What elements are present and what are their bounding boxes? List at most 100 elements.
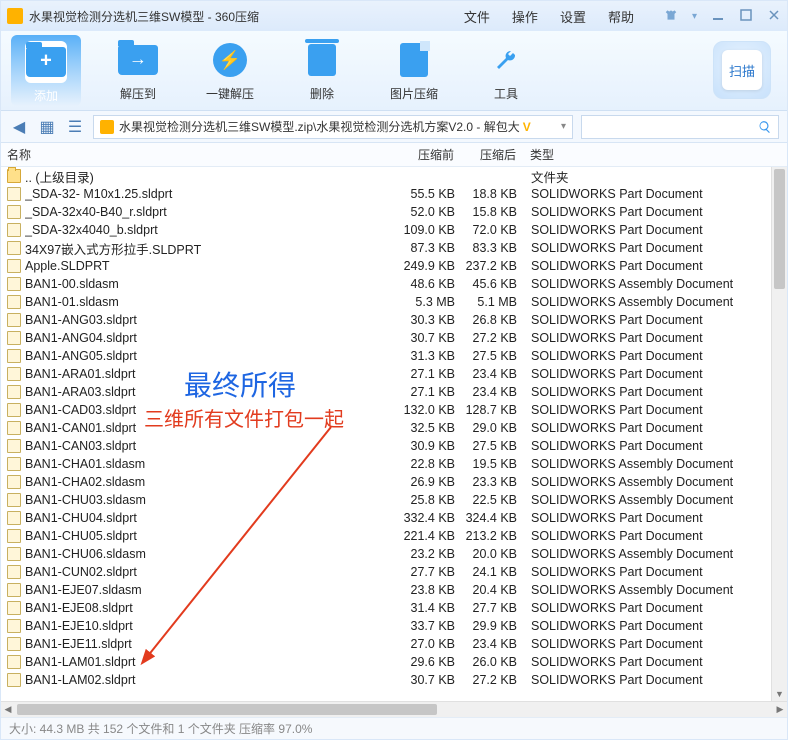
table-row[interactable]: BAN1-ANG03.sldprt30.3 KB26.8 KBSOLIDWORK… (1, 311, 787, 329)
file-icon (7, 493, 21, 507)
window-title: 水果视觉检测分选机三维SW模型 - 360压缩 (29, 8, 259, 25)
table-row[interactable]: BAN1-CAN01.sldprt32.5 KB29.0 KBSOLIDWORK… (1, 419, 787, 437)
extract-to-button[interactable]: 解压到 (103, 39, 173, 102)
path-text: 水果视觉检测分选机三维SW模型.zip\水果视觉检测分选机方案V2.0 - 解包… (119, 118, 520, 135)
file-icon (7, 223, 21, 237)
table-row[interactable]: _SDA-32- M10x1.25.sldprt55.5 KB18.8 KBSO… (1, 185, 787, 203)
size-before: 32.5 KB (403, 421, 463, 435)
menu-help[interactable]: 帮助 (608, 7, 634, 26)
table-row[interactable]: BAN1-CHU05.sldprt221.4 KB213.2 KBSOLIDWO… (1, 527, 787, 545)
detail-view-button[interactable]: ☰ (65, 117, 85, 137)
size-before: 30.7 KB (403, 331, 463, 345)
table-row[interactable]: BAN1-CHA02.sldasm26.9 KB23.3 KBSOLIDWORK… (1, 473, 787, 491)
table-row[interactable]: BAN1-CAD03.sldprt132.0 KB128.7 KBSOLIDWO… (1, 401, 787, 419)
close-button[interactable] (767, 8, 781, 25)
table-row[interactable]: Apple.SLDPRT249.9 KB237.2 KBSOLIDWORKS P… (1, 257, 787, 275)
horizontal-scrollbar[interactable]: ◀ ▶ (1, 701, 787, 717)
skin-icon[interactable] (664, 8, 678, 25)
col-name[interactable]: 名称 (7, 146, 402, 163)
size-before: 30.7 KB (403, 673, 463, 687)
maximize-button[interactable] (739, 8, 753, 25)
chevron-down-icon[interactable]: ▾ (561, 121, 566, 132)
file-list[interactable]: .. (上级目录)文件夹_SDA-32- M10x1.25.sldprt55.5… (1, 167, 787, 701)
size-after: 29.9 KB (463, 619, 531, 633)
scroll-thumb[interactable] (774, 169, 785, 289)
path-input[interactable]: 水果视觉检测分选机三维SW模型.zip\水果视觉检测分选机方案V2.0 - 解包… (93, 115, 573, 139)
file-name: BAN1-EJE10.sldprt (25, 619, 403, 633)
dropdown-icon[interactable]: ▾ (692, 11, 697, 22)
menu-settings[interactable]: 设置 (560, 7, 586, 26)
file-icon (7, 547, 21, 561)
size-after: 20.0 KB (463, 547, 531, 561)
table-row[interactable]: BAN1-EJE10.sldprt33.7 KB29.9 KBSOLIDWORK… (1, 617, 787, 635)
table-row[interactable]: BAN1-LAM01.sldprt29.6 KB26.0 KBSOLIDWORK… (1, 653, 787, 671)
table-row[interactable]: BAN1-CHU06.sldasm23.2 KB20.0 KBSOLIDWORK… (1, 545, 787, 563)
size-after: 324.4 KB (463, 511, 531, 525)
col-after[interactable]: 压缩后 (462, 146, 530, 163)
trash-icon (308, 44, 336, 76)
table-row[interactable]: BAN1-ARA01.sldprt27.1 KB23.4 KBSOLIDWORK… (1, 365, 787, 383)
file-icon (7, 619, 21, 633)
scroll-right-icon[interactable]: ▶ (773, 702, 787, 717)
file-type: SOLIDWORKS Assembly Document (531, 277, 781, 291)
table-row[interactable]: BAN1-CAN03.sldprt30.9 KB27.5 KBSOLIDWORK… (1, 437, 787, 455)
size-after: 29.0 KB (463, 421, 531, 435)
image-compress-button[interactable]: 图片压缩 (379, 39, 449, 102)
file-name: BAN1-EJE11.sldprt (25, 637, 403, 651)
col-type[interactable]: 类型 (530, 146, 781, 163)
file-name: .. (上级目录) (25, 167, 403, 186)
add-button[interactable]: 添加 (11, 35, 81, 106)
col-before[interactable]: 压缩前 (402, 146, 462, 163)
scan-button[interactable]: 扫描 (713, 41, 771, 99)
file-icon (7, 259, 21, 273)
size-before: 55.5 KB (403, 187, 463, 201)
file-type: SOLIDWORKS Part Document (531, 367, 781, 381)
file-name: _SDA-32x4040_b.sldprt (25, 223, 403, 237)
file-icon (7, 655, 21, 669)
vertical-scrollbar[interactable]: ▲ ▼ (771, 167, 787, 701)
size-after: 45.6 KB (463, 277, 531, 291)
table-row[interactable]: BAN1-ANG04.sldprt30.7 KB27.2 KBSOLIDWORK… (1, 329, 787, 347)
table-row[interactable]: BAN1-ARA03.sldprt27.1 KB23.4 KBSOLIDWORK… (1, 383, 787, 401)
file-type: SOLIDWORKS Assembly Document (531, 583, 781, 597)
file-type: SOLIDWORKS Part Document (531, 529, 781, 543)
menu-operate[interactable]: 操作 (512, 7, 538, 26)
scroll-down-icon[interactable]: ▼ (772, 687, 787, 701)
size-after: 23.4 KB (463, 367, 531, 381)
size-after: 83.3 KB (463, 241, 531, 255)
size-before: 132.0 KB (403, 403, 463, 417)
table-row[interactable]: BAN1-EJE11.sldprt27.0 KB23.4 KBSOLIDWORK… (1, 635, 787, 653)
size-after: 213.2 KB (463, 529, 531, 543)
size-after: 15.8 KB (463, 205, 531, 219)
table-row[interactable]: BAN1-ANG05.sldprt31.3 KB27.5 KBSOLIDWORK… (1, 347, 787, 365)
size-after: 19.5 KB (463, 457, 531, 471)
file-type: SOLIDWORKS Assembly Document (531, 493, 781, 507)
size-before: 27.1 KB (403, 367, 463, 381)
table-row[interactable]: _SDA-32x4040_b.sldprt109.0 KB72.0 KBSOLI… (1, 221, 787, 239)
nav-back-button[interactable]: ◀ (9, 117, 29, 137)
table-row[interactable]: BAN1-CHU03.sldasm25.8 KB22.5 KBSOLIDWORK… (1, 491, 787, 509)
table-row[interactable]: BAN1-00.sldasm48.6 KB45.6 KBSOLIDWORKS A… (1, 275, 787, 293)
table-row[interactable]: BAN1-01.sldasm5.3 MB5.1 MBSOLIDWORKS Ass… (1, 293, 787, 311)
file-icon (7, 457, 21, 471)
menu-file[interactable]: 文件 (464, 7, 490, 26)
minimize-button[interactable] (711, 8, 725, 25)
table-row[interactable]: BAN1-LAM02.sldprt30.7 KB27.2 KBSOLIDWORK… (1, 671, 787, 689)
table-row[interactable]: .. (上级目录)文件夹 (1, 167, 787, 185)
delete-button[interactable]: 删除 (287, 39, 357, 102)
table-row[interactable]: BAN1-CHU04.sldprt332.4 KB324.4 KBSOLIDWO… (1, 509, 787, 527)
tools-button[interactable]: 工具 (471, 39, 541, 102)
scroll-left-icon[interactable]: ◀ (1, 702, 15, 717)
table-row[interactable]: BAN1-EJE08.sldprt31.4 KB27.7 KBSOLIDWORK… (1, 599, 787, 617)
list-view-button[interactable]: ▦ (37, 117, 57, 137)
table-row[interactable]: BAN1-EJE07.sldasm23.8 KB20.4 KBSOLIDWORK… (1, 581, 787, 599)
one-click-extract-button[interactable]: ⚡ 一键解压 (195, 39, 265, 102)
table-row[interactable]: BAN1-CUN02.sldprt27.7 KB24.1 KBSOLIDWORK… (1, 563, 787, 581)
table-row[interactable]: BAN1-CHA01.sldasm22.8 KB19.5 KBSOLIDWORK… (1, 455, 787, 473)
image-compress-label: 图片压缩 (390, 85, 438, 102)
hscroll-thumb[interactable] (17, 704, 437, 715)
table-row[interactable]: 34X97嵌入式方形拉手.SLDPRT87.3 KB83.3 KBSOLIDWO… (1, 239, 787, 257)
search-input[interactable] (581, 115, 779, 139)
file-name: BAN1-CHA02.sldasm (25, 475, 403, 489)
table-row[interactable]: _SDA-32x40-B40_r.sldprt52.0 KB15.8 KBSOL… (1, 203, 787, 221)
